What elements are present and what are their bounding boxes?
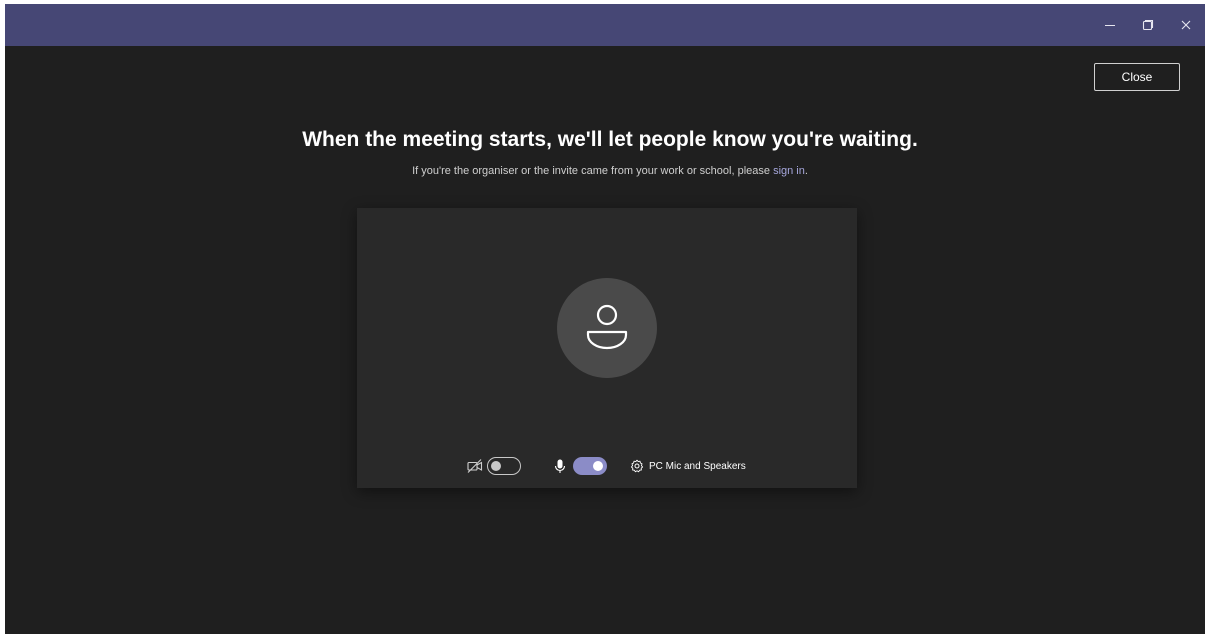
gear-icon	[630, 459, 644, 473]
video-preview: PC Mic and Speakers	[357, 208, 857, 488]
toggle-knob	[491, 461, 501, 471]
device-controls: PC Mic and Speakers	[357, 457, 857, 479]
sign-in-prompt: If you're the organiser or the invite ca…	[5, 165, 1205, 177]
maximize-button[interactable]	[1129, 4, 1167, 46]
toggle-knob	[593, 461, 603, 471]
sign-in-link[interactable]: sign in	[773, 165, 805, 177]
close-icon	[1181, 20, 1191, 30]
camera-control	[466, 457, 521, 475]
camera-off-icon	[467, 459, 483, 473]
sign-in-prompt-end: .	[804, 165, 808, 177]
microphone-toggle[interactable]	[573, 457, 607, 475]
window-close-button[interactable]	[1167, 4, 1205, 46]
title-bar	[5, 4, 1205, 46]
device-settings-button[interactable]: PC Mic and Speakers	[630, 457, 746, 475]
sign-in-prompt-text: If you're the organiser or the invite ca…	[412, 165, 774, 177]
page-title: When the meeting starts, we'll let peopl…	[302, 128, 918, 151]
minimize-button[interactable]	[1091, 4, 1129, 46]
close-button[interactable]: Close	[1094, 63, 1180, 91]
minimize-icon	[1105, 25, 1115, 26]
restore-icon	[1142, 19, 1154, 31]
teams-window: Close When the meeting starts, we'll let…	[5, 4, 1205, 634]
microphone-control	[553, 457, 607, 475]
person-icon	[586, 304, 628, 350]
microphone-icon	[554, 459, 566, 473]
device-settings-label: PC Mic and Speakers	[649, 460, 746, 472]
camera-toggle[interactable]	[487, 457, 521, 475]
avatar	[557, 278, 657, 378]
window-controls	[1091, 4, 1205, 46]
